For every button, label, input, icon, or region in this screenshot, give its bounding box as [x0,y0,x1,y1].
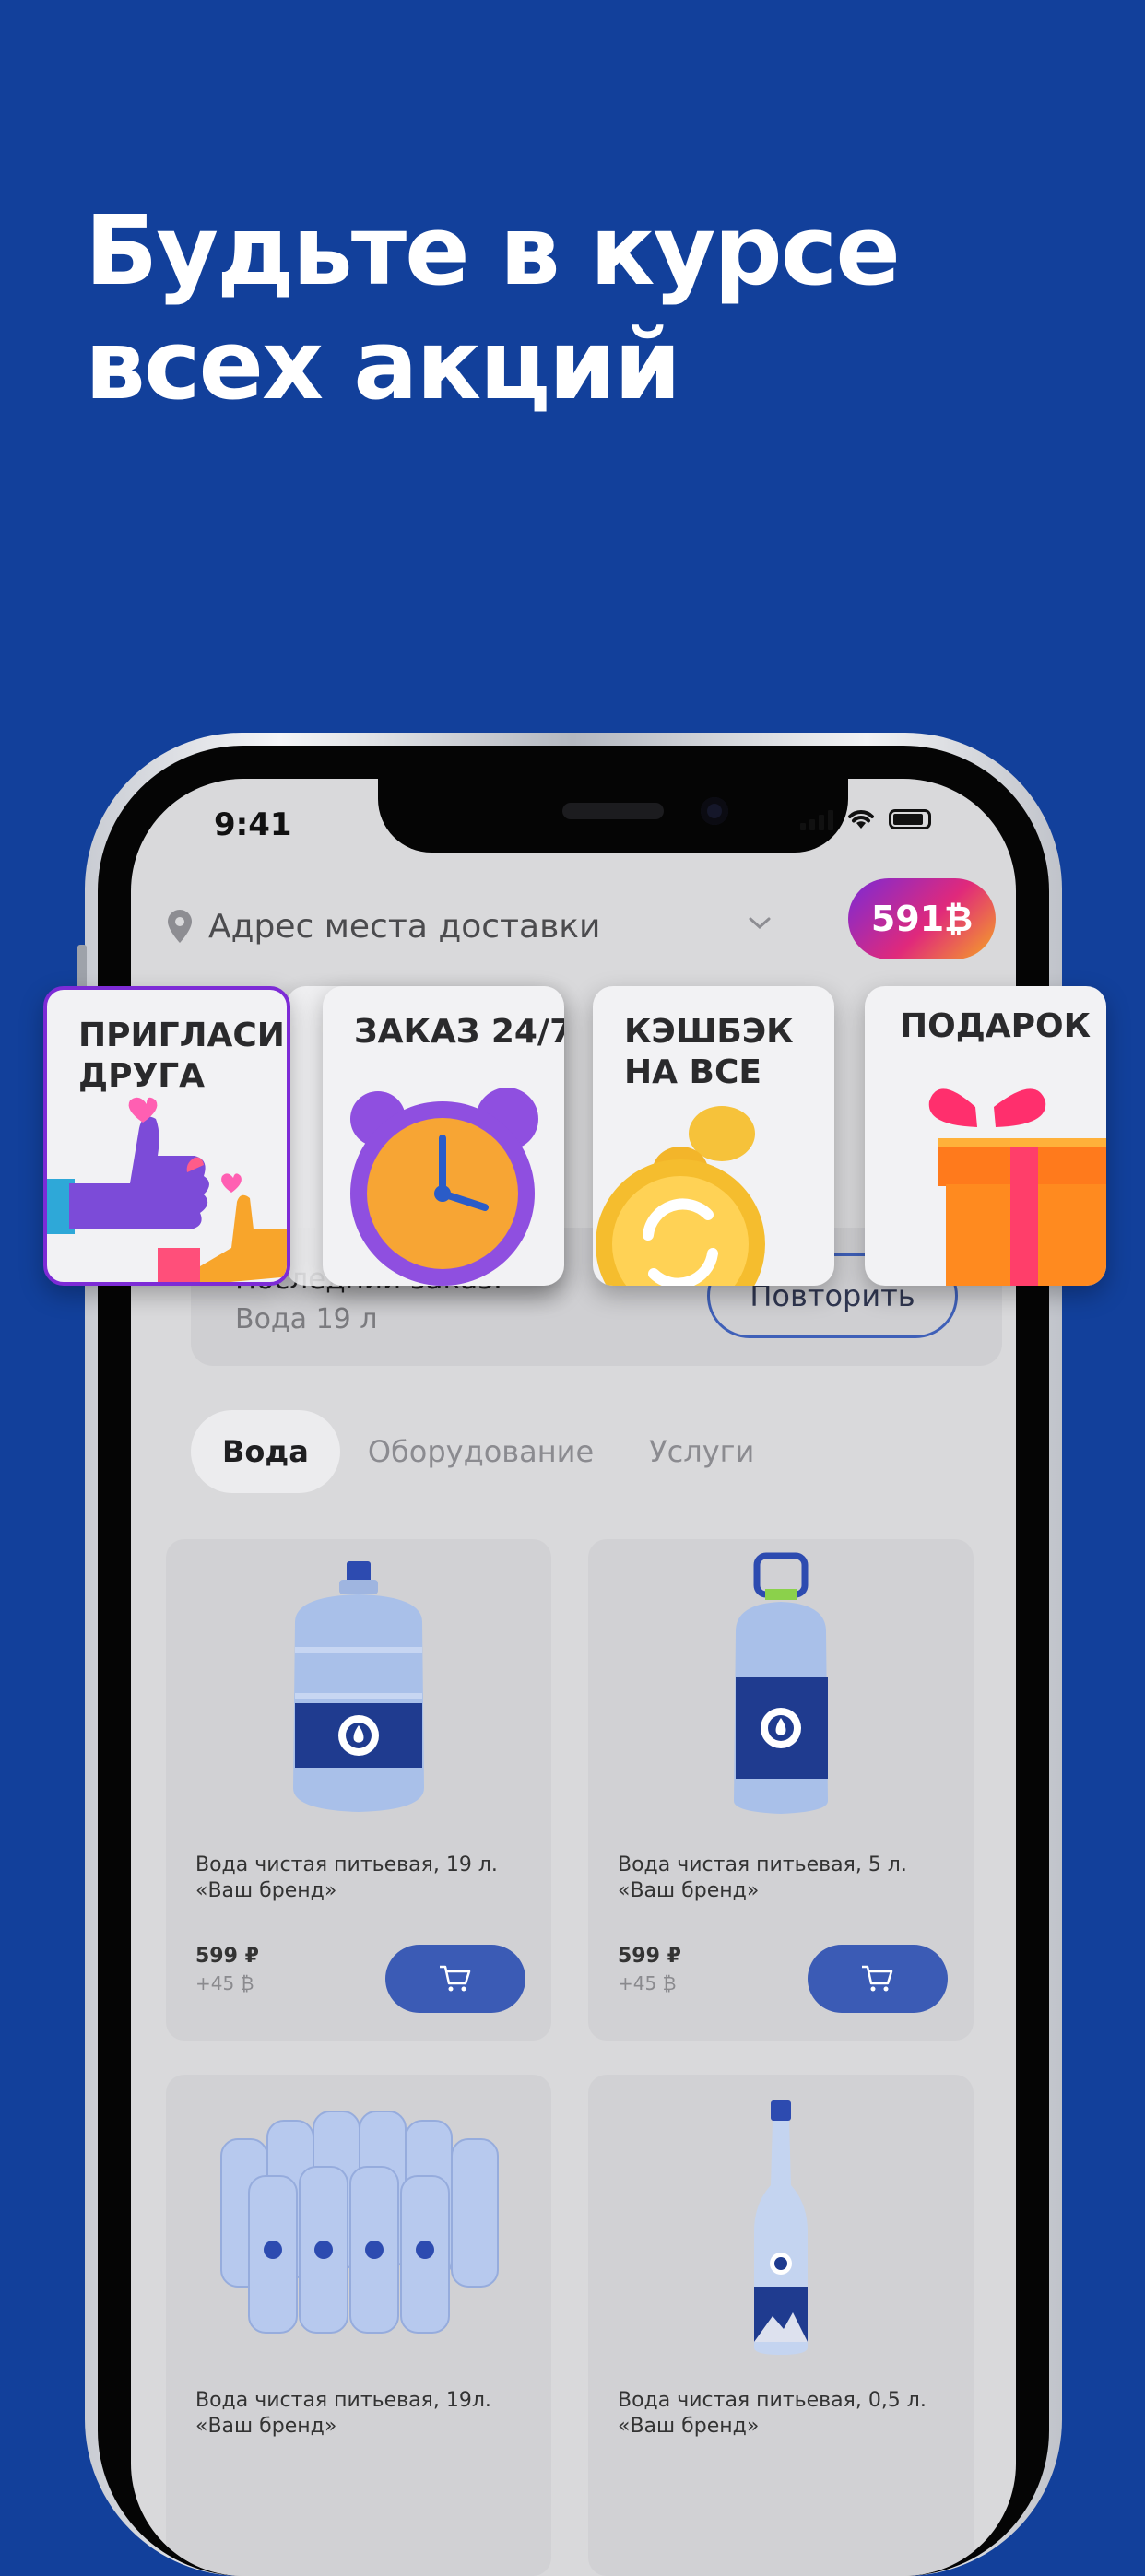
last-order-item: Вода 19 л [235,1303,378,1335]
promo-label: КЭШБЭК НА ВСЕ [624,1013,794,1091]
alarm-clock-icon [350,1088,538,1286]
signal-icon [800,808,833,830]
chevron-down-icon [749,917,771,930]
water-19l-bottle-image [293,1561,424,1812]
headline-line-2: всех акций [85,309,681,421]
product-card[interactable]: Вода чистая питьевая, 19л. «Ваш бренд» [166,2075,551,2576]
wifi-icon [848,810,874,829]
product-card[interactable]: Вода чистая питьевая, 0,5 л. «Ваш бренд» [588,2075,974,2576]
category-tabs: Вода Оборудование Услуги [191,1406,782,1498]
promo-card-order-24-7[interactable]: ЗАКАЗ 24/7 [323,986,564,1286]
water-multipack-image [220,2111,499,2334]
promo-card-invite[interactable]: ПРИГЛАСИ ДРУГА [43,986,290,1286]
product-card[interactable]: Вода чистая питьевая, 19 л. «Ваш бренд» … [166,1539,551,2041]
battery-icon [889,809,931,829]
promo-label: ЗАКАЗ 24/7 [354,1013,564,1051]
coin-icon [596,1106,765,1286]
coin-balance-badge[interactable]: 591₿ [848,878,996,959]
address-placeholder: Адрес места доставки [208,907,601,946]
cart-icon [862,1965,893,1992]
add-to-cart-button[interactable] [385,1945,525,2013]
location-pin-icon [168,910,192,943]
product-price: 599 ₽ [195,1945,259,1968]
product-name: Вода чистая питьевая, 0,5 л. «Ваш бренд» [618,2389,927,2438]
water-glass-bottle-image [754,2100,808,2355]
promo-label: ПРИГЛАСИ ДРУГА [78,1017,285,1095]
promo-card-cashback[interactable]: КЭШБЭК НА ВСЕ [593,986,834,1286]
cart-icon [440,1965,471,1992]
gift-box-icon [928,1088,1106,1286]
product-name: Вода чистая питьевая, 19л. «Ваш бренд» [195,2389,491,2438]
product-card[interactable]: Вода чистая питьевая, 5 л. «Ваш бренд» 5… [588,1539,974,2041]
notch [378,779,848,853]
product-name: Вода чистая питьевая, 5 л. «Ваш бренд» [618,1853,907,1902]
thumbs-up-icon [47,1097,287,1282]
headline: Будьте в курсе всех акций [85,194,1007,422]
tab-equipment[interactable]: Оборудование [340,1434,621,1469]
product-price: 599 ₽ [618,1945,681,1968]
status-time: 9:41 [214,806,292,843]
promo-card-gift[interactable]: ПОДАРОК [865,986,1106,1286]
product-bonus: +45 ₿ [618,1972,677,1994]
add-to-cart-button[interactable] [808,1945,948,2013]
camera-icon [701,797,728,825]
product-name: Вода чистая питьевая, 19 л. «Ваш бренд» [195,1853,498,1902]
headline-line-1: Будьте в курсе [85,194,901,307]
water-5l-bottle-image [734,1552,828,1814]
tab-services[interactable]: Услуги [621,1434,782,1469]
product-bonus: +45 ₿ [195,1972,254,1994]
promo-label: ПОДАРОК [900,1007,1092,1045]
tab-water[interactable]: Вода [191,1410,340,1493]
speaker [562,803,664,819]
status-icons [800,808,931,830]
